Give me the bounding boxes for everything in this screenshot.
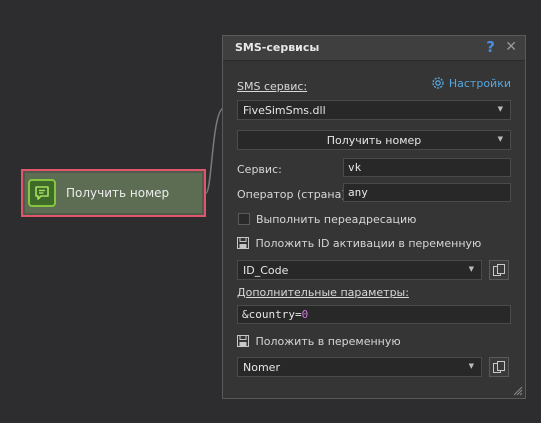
action-node-body[interactable]: Получить номер [25, 173, 202, 213]
result-variable-value: Nomer [243, 360, 280, 374]
sms-service-dropdown[interactable]: FiveSimSms.dll ▼ [237, 100, 511, 120]
action-node[interactable]: Получить номер [21, 169, 206, 217]
operator-label: Оператор (страна): [237, 188, 350, 201]
id-variable-value: ID_Code [243, 263, 289, 277]
settings-link-label: Настройки [448, 76, 511, 90]
dropdown-arrow-icon: ▼ [468, 265, 474, 273]
save-id-row: Положить ID активации в переменную [237, 237, 481, 250]
extra-params-label: Дополнительные параметры: [237, 286, 409, 299]
action-node-label: Получить номер [66, 186, 170, 200]
operator-input[interactable]: any [343, 183, 511, 202]
save-id-label: Положить ID активации в переменную [255, 237, 482, 250]
service-label: Сервис: [237, 163, 282, 176]
result-variable-dropdown[interactable]: Nomer ▼ [237, 357, 482, 377]
copy-variable-button[interactable] [489, 357, 509, 377]
extra-params-key: &country= [242, 308, 302, 321]
redirect-label: Выполнить переадресацию [256, 213, 417, 226]
copy-variable-button[interactable] [489, 260, 509, 280]
settings-link[interactable]: Настройки [431, 76, 511, 90]
save-to-var-label: Положить в переменную [255, 335, 401, 348]
action-dropdown[interactable]: Получить номер ▼ [237, 130, 511, 150]
floppy-disk-icon [237, 237, 249, 249]
floppy-disk-icon [237, 335, 249, 347]
dropdown-arrow-icon: ▼ [468, 362, 474, 370]
close-icon[interactable]: ✕ [505, 39, 517, 55]
sms-service-value: FiveSimSms.dll [243, 103, 326, 117]
panel-header: SMS-сервисы ? ✕ [223, 36, 525, 61]
help-icon[interactable]: ? [486, 38, 495, 56]
copy-icon [493, 361, 505, 373]
extra-params-input[interactable]: &country=0 [237, 305, 511, 324]
service-input[interactable]: vk [343, 158, 511, 177]
sms-chat-icon [28, 179, 56, 207]
extra-params-num: 0 [301, 308, 309, 321]
action-value: Получить номер [326, 133, 422, 147]
copy-icon [493, 264, 505, 276]
id-variable-dropdown[interactable]: ID_Code ▼ [237, 260, 482, 280]
sms-service-label: SMS сервис: [237, 80, 308, 93]
resize-grip-icon[interactable] [511, 384, 523, 396]
gear-icon [432, 77, 444, 89]
sms-services-panel: SMS-сервисы ? ✕ SMS сервис: Настройки Fi… [222, 35, 526, 399]
panel-title: SMS-сервисы [235, 41, 320, 54]
redirect-checkbox[interactable] [238, 213, 250, 225]
save-to-var-row: Положить в переменную [237, 335, 401, 348]
dropdown-arrow-icon: ▼ [497, 135, 503, 143]
dropdown-arrow-icon: ▼ [497, 105, 503, 113]
